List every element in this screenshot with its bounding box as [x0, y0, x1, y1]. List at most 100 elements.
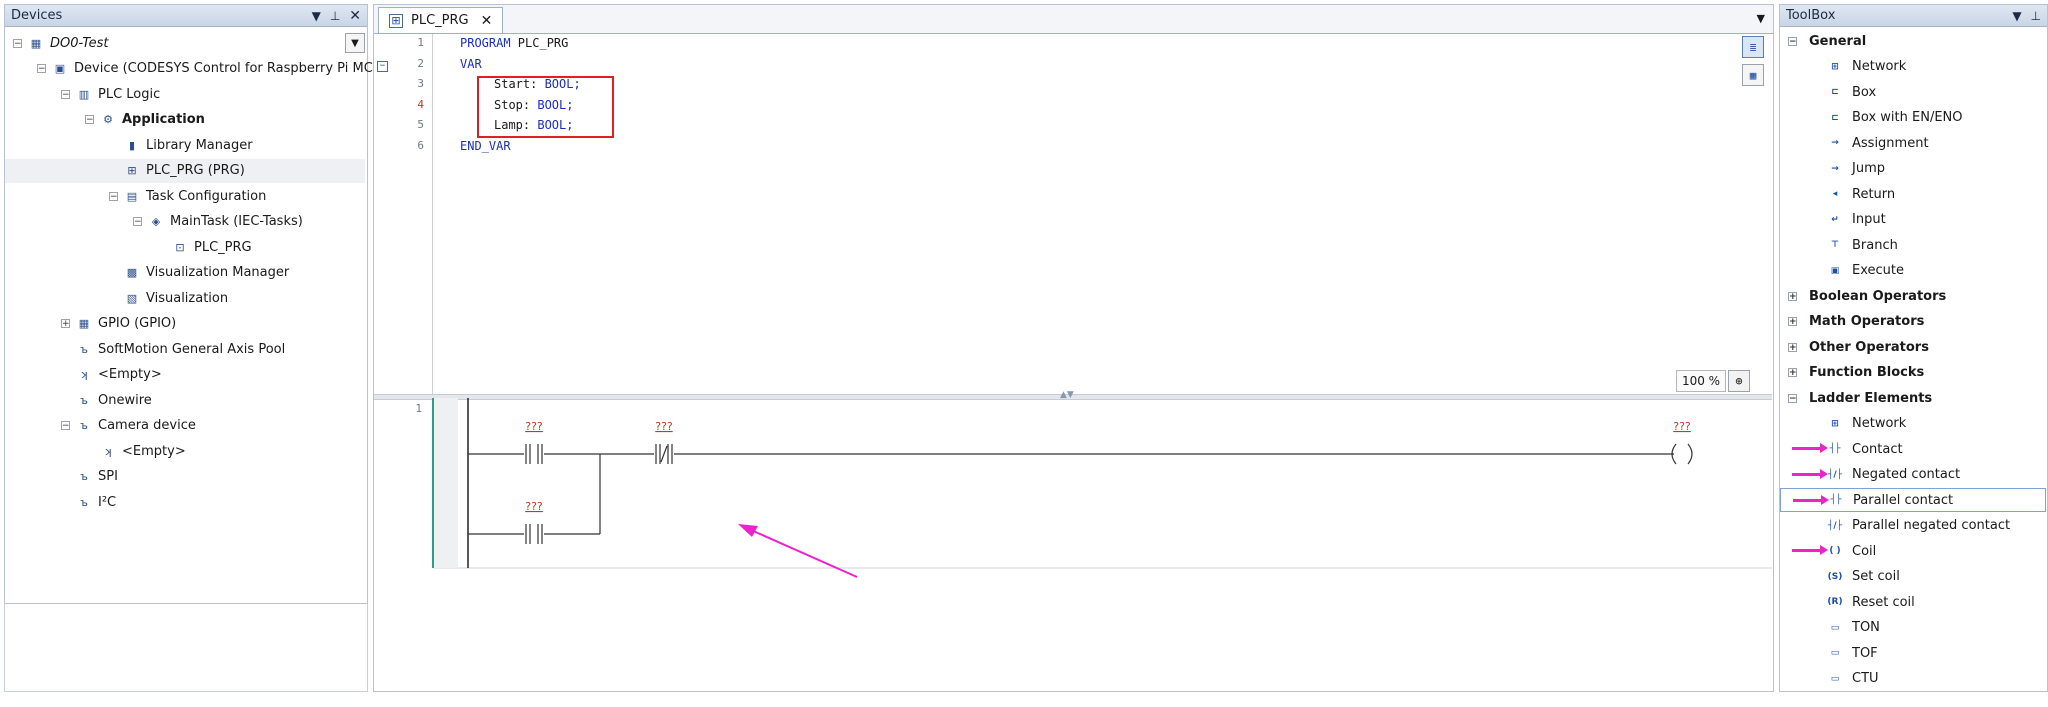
collapse-icon[interactable]: − — [109, 191, 118, 201]
toolbox-item-return[interactable]: ◂ Return — [1780, 182, 2046, 206]
zoom-icon[interactable]: ⊕ — [1728, 370, 1750, 392]
toolbox-item-execute[interactable]: ▣ Execute — [1780, 259, 2046, 283]
line-number: 2 — [417, 56, 424, 70]
coil-variable-placeholder[interactable]: ??? — [1673, 420, 1691, 433]
device-tree-item[interactable]: ⊞ PLC_PRG (PRG) — [5, 158, 365, 183]
toolbox-item-parallel-contact[interactable]: ┤├ Parallel contact — [1780, 488, 2046, 512]
device-tree-item[interactable]: − ▥ PLC Logic — [5, 82, 160, 106]
code-line[interactable]: END_VAR — [460, 139, 511, 153]
toolbox-item-tof[interactable]: ▭ TOF — [1780, 641, 2046, 665]
line-number-gutter: 1 2 3 4 5 6 — [374, 34, 433, 394]
application-gear-icon: ⚙ — [103, 113, 113, 126]
toolbox-label: Reset coil — [1852, 594, 1915, 610]
parallel-contact[interactable] — [525, 524, 543, 544]
rung-selection-bar — [432, 398, 434, 568]
code-line[interactable]: VAR — [460, 57, 482, 71]
device-tree-item[interactable]: − ▦ DO0-Test — [5, 31, 108, 55]
expand-icon[interactable]: + — [1788, 368, 1797, 378]
tab-plc-prg[interactable]: ⊞ PLC_PRG ✕ — [378, 7, 504, 33]
toolbox-item-set-coil[interactable]: (S) Set coil — [1780, 565, 2046, 589]
collapse-icon[interactable]: − — [61, 89, 70, 99]
device-tree-item[interactable]: ⊡ PLC_PRG — [5, 235, 251, 259]
program-call-icon: ⊡ — [175, 240, 185, 254]
toolbox-item-branch[interactable]: ⊤ Branch — [1780, 233, 2046, 257]
toolbox-item-parallel-negated-contact[interactable]: ┤/├ Parallel negated contact — [1780, 514, 2046, 538]
collapse-icon[interactable]: − — [13, 38, 22, 48]
contact-start-variable-placeholder[interactable]: ??? — [525, 420, 543, 433]
device-tree-item[interactable]: ъ SoftMotion General Axis Pool — [5, 337, 285, 361]
expand-icon[interactable]: + — [1788, 291, 1797, 301]
negated-contact-variable-placeholder[interactable]: ??? — [655, 420, 673, 433]
toolbox-category-other-operators[interactable]: + Other Operators — [1780, 335, 2046, 359]
collapse-icon[interactable]: − — [133, 217, 142, 227]
toolbox-label: Network — [1852, 59, 1907, 74]
device-tree-item[interactable]: + ▦ GPIO (GPIO) — [5, 312, 176, 336]
textual-view-icon[interactable]: ≣ — [1742, 36, 1764, 58]
device-tree-item[interactable]: ʞ <Empty> — [5, 363, 161, 387]
device-tree-item[interactable]: − ▣ Device (CODESYS Control for Raspberry … — [5, 57, 397, 81]
pin-icon[interactable]: ⊥ — [330, 9, 340, 23]
pin-icon[interactable]: ⊥ — [2031, 9, 2041, 23]
coil-lamp[interactable] — [1671, 443, 1693, 465]
toolbox-category-function-blocks[interactable]: + Function Blocks — [1780, 361, 2046, 385]
toolbox-item-ton[interactable]: ▭ TON — [1780, 616, 2046, 640]
collapse-icon[interactable]: − — [85, 115, 94, 125]
toolbox-category-math-operators[interactable]: + Math Operators — [1780, 310, 2046, 334]
toolbox-item-network[interactable]: ⊞ Network — [1780, 412, 2046, 436]
toolbox-label: Box with EN/ENO — [1852, 110, 1963, 125]
toolbox-item-contact[interactable]: ┤├ Contact — [1780, 437, 2046, 461]
dropdown-arrow-icon[interactable]: ▼ — [2012, 9, 2021, 23]
collapse-icon[interactable]: − — [1788, 393, 1797, 403]
annotation-arrow-icon — [1792, 443, 1828, 453]
dropdown-arrow-icon[interactable]: ▼ — [312, 9, 321, 23]
toolbox-item-assignment[interactable]: → Assignment — [1780, 131, 2046, 155]
negated-contact-stop[interactable] — [655, 444, 673, 464]
toolbox-item-ctu[interactable]: ▭ CTU — [1780, 667, 2046, 691]
toolbox-item-jump[interactable]: → Jump — [1780, 157, 2046, 181]
collapse-icon[interactable]: − — [61, 421, 70, 431]
task-config-icon: ▤ — [126, 189, 138, 203]
annotation-arrow-icon — [1792, 545, 1828, 555]
close-tab-icon[interactable]: ✕ — [481, 13, 493, 29]
device-tree-item[interactable]: − ◈ MainTask (IEC-Tasks) — [5, 210, 303, 234]
parallel-contact-variable-placeholder[interactable]: ??? — [525, 500, 543, 513]
device-tree-item[interactable]: ▧ Visualization — [5, 286, 228, 310]
toolbox-category-boolean-operators[interactable]: + Boolean Operators — [1780, 284, 2046, 308]
contact-start[interactable] — [525, 444, 543, 464]
toolbox-item-network[interactable]: ⊞ Network — [1780, 55, 2046, 79]
collapse-icon[interactable]: − — [1788, 36, 1797, 46]
close-icon[interactable]: ✕ — [349, 8, 361, 24]
toolbox-item-coil[interactable]: ( ) Coil — [1780, 539, 2046, 563]
tab-list-dropdown-icon[interactable]: ▼ — [1757, 12, 1765, 25]
toolbox-item-input[interactable]: ↵ Input — [1780, 208, 2046, 232]
zoom-level[interactable]: 100 % — [1676, 370, 1726, 392]
toolbox-item-box[interactable]: ⊏ Box — [1780, 80, 2046, 104]
toolbox-label: Execute — [1852, 263, 1904, 278]
toolbox-item-box-with-en-eno[interactable]: ⊏ Box with EN/ENO — [1780, 106, 2046, 130]
tree-dropdown-button[interactable]: ▼ — [345, 33, 365, 53]
device-tree-item[interactable]: ъ SPI — [5, 465, 118, 489]
expand-icon[interactable]: + — [1788, 342, 1797, 352]
toolbox-category-general[interactable]: − General — [1780, 29, 2046, 53]
declaration-editor[interactable]: 123456 − PROGRAM PLC_PRG VAR Start: BOOL; S… — [374, 34, 1772, 394]
toolbox-item-reset-coil[interactable]: (R) Reset coil — [1780, 590, 2046, 614]
collapse-var-icon[interactable]: − — [377, 61, 388, 72]
device-tree-item[interactable]: ▮ Library Manager — [5, 133, 253, 157]
toolbox-label: Boolean Operators — [1809, 288, 1947, 304]
device-tree-item[interactable]: ъ I²C — [5, 490, 116, 514]
toolbox-item-negated-contact[interactable]: ┤/├ Negated contact — [1780, 463, 2046, 487]
device-tree-item[interactable]: − ъ Camera device — [5, 414, 196, 438]
device-tree-item[interactable]: ъ Onewire — [5, 388, 152, 412]
collapse-icon[interactable]: − — [37, 64, 46, 74]
tabular-view-icon[interactable]: ▦ — [1742, 64, 1764, 86]
device-tree-item[interactable]: ▩ Visualization Manager — [5, 261, 289, 285]
device-tree-item[interactable]: ʞ <Empty> — [5, 439, 185, 463]
device-tree-item[interactable]: − ▤ Task Configuration — [5, 184, 266, 208]
code-line[interactable]: PROGRAM PLC_PRG — [460, 36, 568, 50]
keyword: END_VAR — [460, 138, 511, 153]
toolbox-category-ladder-elements[interactable]: − Ladder Elements — [1780, 386, 2046, 410]
ladder-editor[interactable]: 1 ??? ??? ??? ??? — [374, 396, 1772, 693]
device-tree-item[interactable]: − ⚙ Application — [5, 108, 205, 132]
expand-icon[interactable]: + — [1788, 317, 1797, 327]
expand-icon[interactable]: + — [61, 319, 70, 329]
